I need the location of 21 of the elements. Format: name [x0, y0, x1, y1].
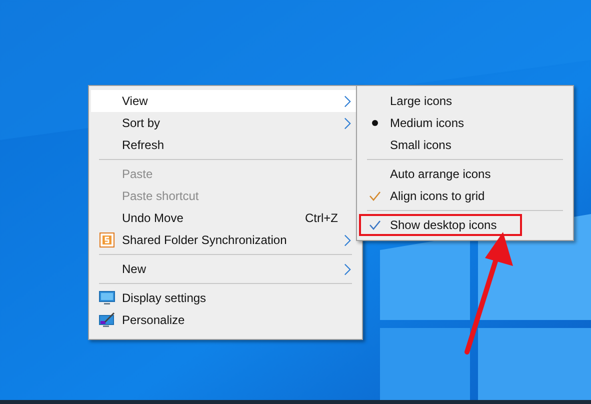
menu-item[interactable]: Undo Move Ctrl+Z	[91, 207, 360, 229]
menu-item[interactable]: Small icons	[359, 134, 571, 156]
sync-folder-icon	[98, 232, 114, 248]
shortcut-label: Ctrl+Z	[305, 211, 338, 225]
menu-item[interactable]: Large icons	[359, 90, 571, 112]
monitor-icon	[98, 290, 114, 306]
chevron-icon	[344, 94, 351, 108]
menu-item[interactable]: Auto arrange icons	[359, 163, 571, 185]
chevron-icon	[344, 234, 351, 246]
menu-item[interactable]: Show desktop icons	[359, 214, 522, 236]
menu-item[interactable]: New	[91, 258, 360, 280]
menu-item[interactable]: Sort by	[91, 112, 360, 134]
menu-item[interactable]: Refresh	[91, 134, 360, 156]
chevron-icon	[344, 116, 351, 130]
paint-monitor-icon	[98, 312, 114, 328]
menu-item[interactable]: Shared Folder Synchronization	[91, 229, 360, 251]
menu-item[interactable]: Medium icons	[359, 112, 571, 134]
menu-item[interactable]: Display settings	[91, 287, 360, 309]
chevron-icon	[344, 262, 351, 276]
menu-item[interactable]: Personalize	[91, 309, 360, 331]
menu-item[interactable]: Align icons to grid	[359, 185, 571, 207]
